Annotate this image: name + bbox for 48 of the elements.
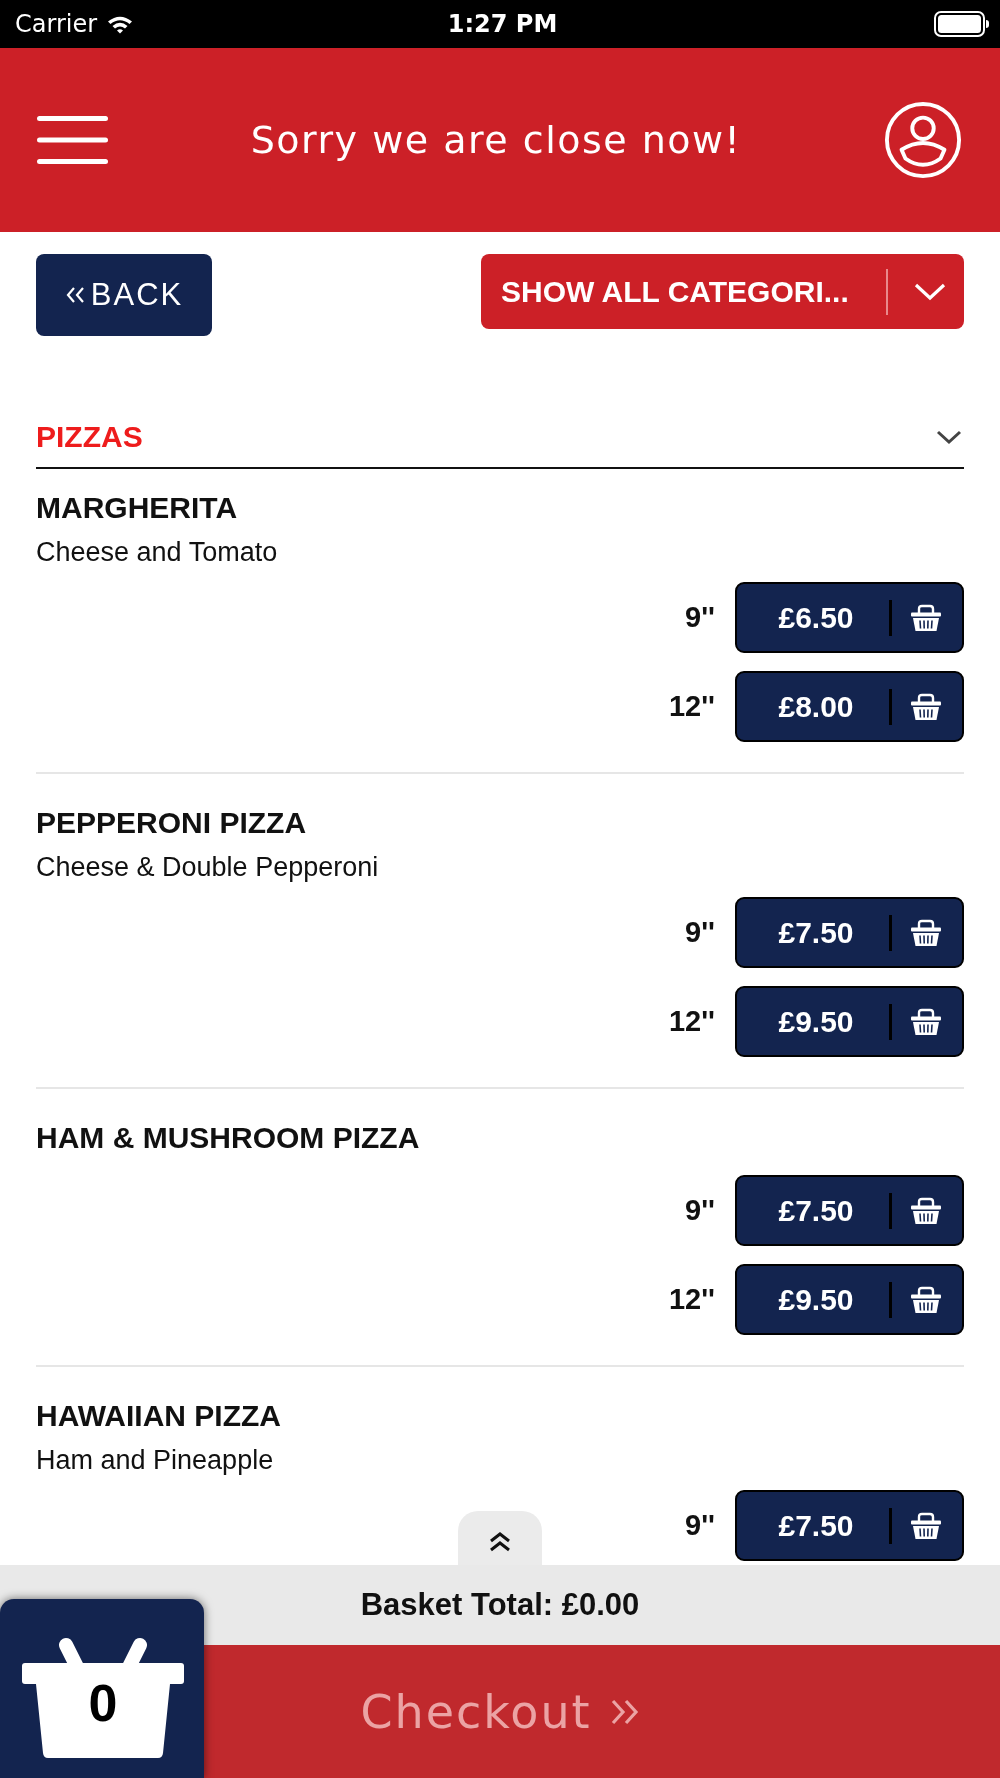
item-name: PEPPERONI PIZZA (36, 805, 308, 841)
item-name: HAM & MUSHROOM PIZZA (36, 1120, 421, 1156)
menu-icon[interactable] (37, 115, 108, 165)
size-label: 9'' (685, 601, 715, 634)
size-label: 9'' (685, 916, 715, 949)
clock: 1:27 PM (447, 10, 558, 38)
section-title: PIZZAS (36, 419, 143, 455)
size-label: 9'' (685, 1194, 715, 1227)
chevrons-left-icon (64, 286, 87, 304)
add-to-basket-button[interactable]: £8.00 (735, 671, 964, 742)
size-label: 9'' (685, 1509, 715, 1542)
add-to-basket-button[interactable]: £6.50 (735, 582, 964, 653)
wifi-icon (107, 14, 134, 34)
basket-button[interactable]: 0 (0, 1599, 204, 1778)
double-chevron-up-icon (488, 1531, 512, 1553)
double-chevron-right-icon (609, 1697, 640, 1726)
item-description: Ham and Pineapple (36, 1444, 275, 1477)
basket-icon (910, 1285, 942, 1314)
item-description: Cheese & Double Pepperoni (36, 851, 380, 884)
category-dropdown[interactable]: SHOW ALL CATEGORI... (481, 254, 964, 329)
item-name: MARGHERITA (36, 490, 239, 526)
basket-total: Basket Total: £0.00 (360, 1587, 640, 1623)
item-description: Cheese and Tomato (36, 536, 279, 569)
basket-icon (910, 692, 942, 721)
account-icon[interactable] (884, 101, 962, 179)
basket-icon (910, 603, 942, 632)
size-label: 12'' (668, 1005, 715, 1038)
basket-icon (910, 1196, 942, 1225)
basket-icon (910, 1007, 942, 1036)
back-button[interactable]: BACK (36, 254, 212, 336)
add-to-basket-button[interactable]: £7.50 (735, 897, 964, 968)
chevron-down-icon (914, 282, 946, 301)
carrier-label: Carrier (15, 10, 98, 38)
size-label: 12'' (668, 1283, 715, 1316)
battery-icon (934, 11, 990, 37)
chevron-down-icon[interactable] (936, 429, 962, 445)
scroll-up-button[interactable] (458, 1511, 542, 1565)
item-name: HAWAIIAN PIZZA (36, 1398, 282, 1434)
add-to-basket-button[interactable]: £7.50 (735, 1490, 964, 1561)
header-title: Sorry we are close now! (250, 117, 742, 163)
basket-icon (910, 918, 942, 947)
add-to-basket-button[interactable]: £9.50 (735, 1264, 964, 1335)
basket-icon (910, 1511, 942, 1540)
add-to-basket-button[interactable]: £9.50 (735, 986, 964, 1057)
size-label: 12'' (668, 690, 715, 723)
basket-icon (22, 1636, 184, 1759)
basket-count: 0 (87, 1673, 119, 1733)
add-to-basket-button[interactable]: £7.50 (735, 1175, 964, 1246)
